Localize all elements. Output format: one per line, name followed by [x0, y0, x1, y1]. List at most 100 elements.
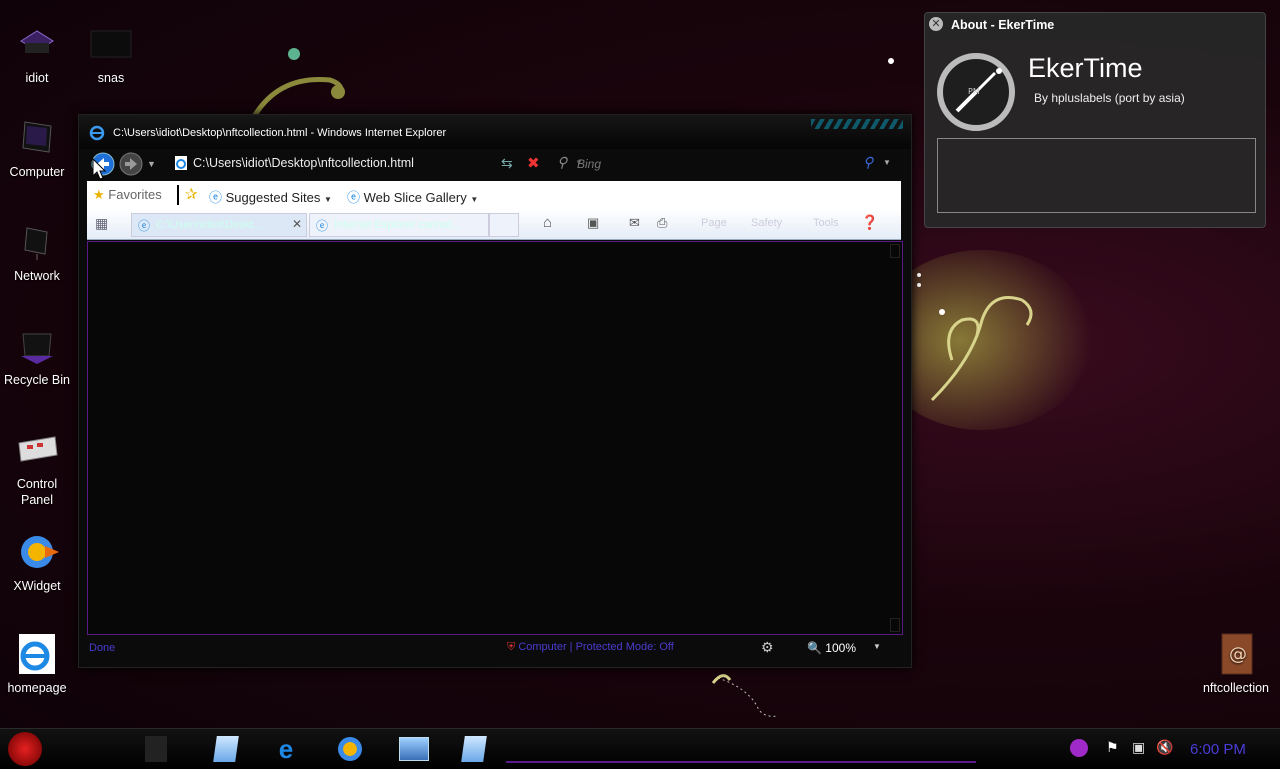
chevron-down-icon: ▼ — [470, 195, 479, 204]
new-tab-button[interactable] — [489, 213, 519, 237]
page-icon — [173, 155, 189, 174]
control-panel-icon — [15, 428, 59, 472]
desktop-icon-snas[interactable]: snas — [74, 22, 148, 86]
volume-muted-icon[interactable]: 🔇 — [1156, 739, 1173, 756]
desktop-icon-recycle-bin[interactable]: Recycle Bin — [0, 324, 74, 388]
status-text: Done — [89, 642, 116, 654]
taskbar: e ⚑ ▣ 🔇 6:00 PM — [0, 728, 1280, 769]
search-icon[interactable]: ⚲ — [863, 154, 873, 171]
tab-bar: ▦ ⓔ C:\Users\idiot\Deskt... ✕ ⓔ Internet… — [87, 209, 901, 240]
web-slice-gallery-link[interactable]: ⓔ Web Slice Gallery ▼ — [347, 187, 478, 206]
ie-page-icon: ⓔ — [209, 190, 223, 205]
taskbar-button-ie[interactable]: e — [258, 733, 314, 765]
search-input[interactable]: Bing — [577, 157, 601, 171]
address-input[interactable]: C:\Users\idiot\Desktop\nftcollection.htm… — [193, 156, 414, 170]
desktop-icon-control-panel[interactable]: Control Panel — [0, 428, 74, 508]
favorites-button[interactable]: ★ Favorites — [93, 187, 162, 203]
help-icon[interactable]: ❓ — [861, 214, 878, 231]
close-icon[interactable]: ✕ — [929, 17, 943, 31]
desktop-icon-xwidget[interactable]: XWidget — [0, 530, 74, 594]
taskbar-button-xwidget[interactable] — [322, 733, 378, 765]
mouse-cursor-icon — [92, 158, 106, 180]
security-zone[interactable]: ⛨ Computer | Protected Mode: Off — [507, 641, 674, 654]
quick-tabs-icon[interactable]: ▦ — [95, 215, 108, 232]
favorites-label: Favorites — [108, 187, 162, 202]
tab-internet-explorer[interactable]: ⓔ Internet Explorer cannot... — [309, 213, 489, 237]
stop-icon[interactable]: ✖ — [527, 154, 540, 172]
zoom-dropdown-icon[interactable]: ▼ — [873, 642, 881, 651]
start-button[interactable] — [8, 732, 42, 766]
ie-page-icon: ⓔ — [316, 219, 329, 233]
forward-button[interactable] — [119, 152, 143, 181]
app-byline: By hpluslabels (port by asia) — [1034, 91, 1185, 105]
page-menu[interactable]: Page — [701, 217, 727, 229]
clock-logo-icon: PM — [937, 53, 1015, 131]
desktop-icon-homepage[interactable]: homepage — [0, 632, 74, 696]
desktop-icon-nftcollection[interactable]: @ nftcollection — [1199, 632, 1273, 696]
desktop-icon-network[interactable]: Network — [0, 220, 74, 284]
mail-icon[interactable]: ✉ — [629, 215, 640, 231]
star-icon: ★ — [93, 187, 105, 202]
desktop-icon-idiot[interactable]: idiot — [0, 22, 74, 86]
desktop-icon-label: Control Panel — [16, 477, 58, 507]
print-icon[interactable]: ⎙ — [657, 215, 667, 231]
zoom-icon: 🔍 — [807, 641, 822, 655]
history-dropdown-icon[interactable]: ▼ — [147, 159, 156, 169]
network-icon — [15, 220, 59, 264]
desktop-icon-computer[interactable]: Computer — [0, 116, 74, 180]
ie-window[interactable]: C:\Users\idiot\Desktop\nftcollection.htm… — [78, 114, 912, 668]
xwidget-icon — [15, 530, 59, 574]
taskbar-button-2[interactable] — [198, 733, 254, 765]
address-bar[interactable]: C:\Users\idiot\Desktop\nftcollection.htm… — [171, 152, 583, 174]
favorites-separator — [177, 185, 179, 205]
taskbar-button-notepad[interactable] — [446, 733, 502, 765]
favorites-bar: ★ Favorites ✰ ⓔ Suggested Sites ▼ ⓔ Web … — [87, 181, 901, 209]
desktop-icon-label: XWidget — [13, 579, 61, 593]
window-title: C:\Users\idiot\Desktop\nftcollection.htm… — [113, 127, 447, 139]
scrollbar-down[interactable] — [890, 618, 900, 632]
dialog-title: About - EkerTime — [951, 18, 1055, 32]
home-icon[interactable]: ⌂ — [543, 214, 552, 231]
computer-icon — [15, 116, 59, 160]
tab-nftcollection[interactable]: ⓔ C:\Users\idiot\Deskt... ✕ — [131, 213, 307, 237]
desktop-icon-label: Recycle Bin — [4, 373, 70, 387]
feeds-icon[interactable]: ▣ — [587, 215, 599, 231]
refresh-icon[interactable]: ⇆ — [501, 155, 513, 172]
notepad-icon — [213, 736, 239, 762]
app-name: EkerTime — [1028, 53, 1143, 83]
search-options-dropdown-icon[interactable]: ▼ — [883, 158, 891, 167]
close-tab-icon[interactable]: ✕ — [292, 217, 302, 231]
search-box[interactable]: ⚲ Bing ⚲ ▼ — [551, 152, 891, 174]
safety-menu[interactable]: Safety — [751, 217, 782, 229]
taskbar-button-explorer[interactable] — [386, 733, 442, 765]
ie-titlebar[interactable]: C:\Users\idiot\Desktop\nftcollection.htm… — [79, 115, 911, 149]
window-controls-decoration[interactable] — [811, 119, 903, 129]
chevron-down-icon: ▼ — [323, 195, 332, 204]
taskbar-clock[interactable]: 6:00 PM — [1190, 741, 1246, 758]
wallpaper-swirl-right — [912, 250, 1092, 430]
ie-page-icon: ⓔ — [138, 219, 151, 233]
purple-orb-icon[interactable] — [1070, 739, 1088, 757]
tab-label: Internet Explorer cannot... — [334, 219, 461, 231]
desktop-dot — [888, 58, 894, 64]
scrollbar-up[interactable] — [890, 244, 900, 258]
page-content[interactable] — [87, 241, 903, 635]
desktop-icon-label: Network — [14, 269, 60, 283]
add-favorite-icon[interactable]: ✰ — [185, 185, 198, 203]
xwidget-icon — [338, 737, 362, 761]
zone-settings-icon[interactable]: ⚙ — [761, 639, 774, 656]
search-provider-icon: ⚲ — [557, 154, 568, 170]
wallpaper-swirl-top — [252, 48, 345, 118]
ie-logo-icon — [89, 125, 105, 146]
tools-menu[interactable]: Tools — [813, 217, 839, 229]
svg-text:@: @ — [1229, 644, 1247, 665]
suggested-sites-link[interactable]: ⓔ Suggested Sites ▼ — [209, 187, 332, 206]
network-tray-icon[interactable]: ▣ — [1132, 739, 1145, 756]
file-icon — [89, 22, 133, 66]
clock-pm-label: PM — [968, 87, 980, 96]
action-center-flag-icon[interactable]: ⚑ — [1106, 739, 1119, 756]
about-ekertime-dialog[interactable]: ✕ About - EkerTime PM EkerTime By hplusl… — [924, 12, 1266, 228]
zoom-control[interactable]: 🔍 100% — [807, 641, 856, 655]
internet-explorer-icon: e — [278, 733, 294, 764]
taskbar-button-1[interactable] — [128, 733, 184, 765]
